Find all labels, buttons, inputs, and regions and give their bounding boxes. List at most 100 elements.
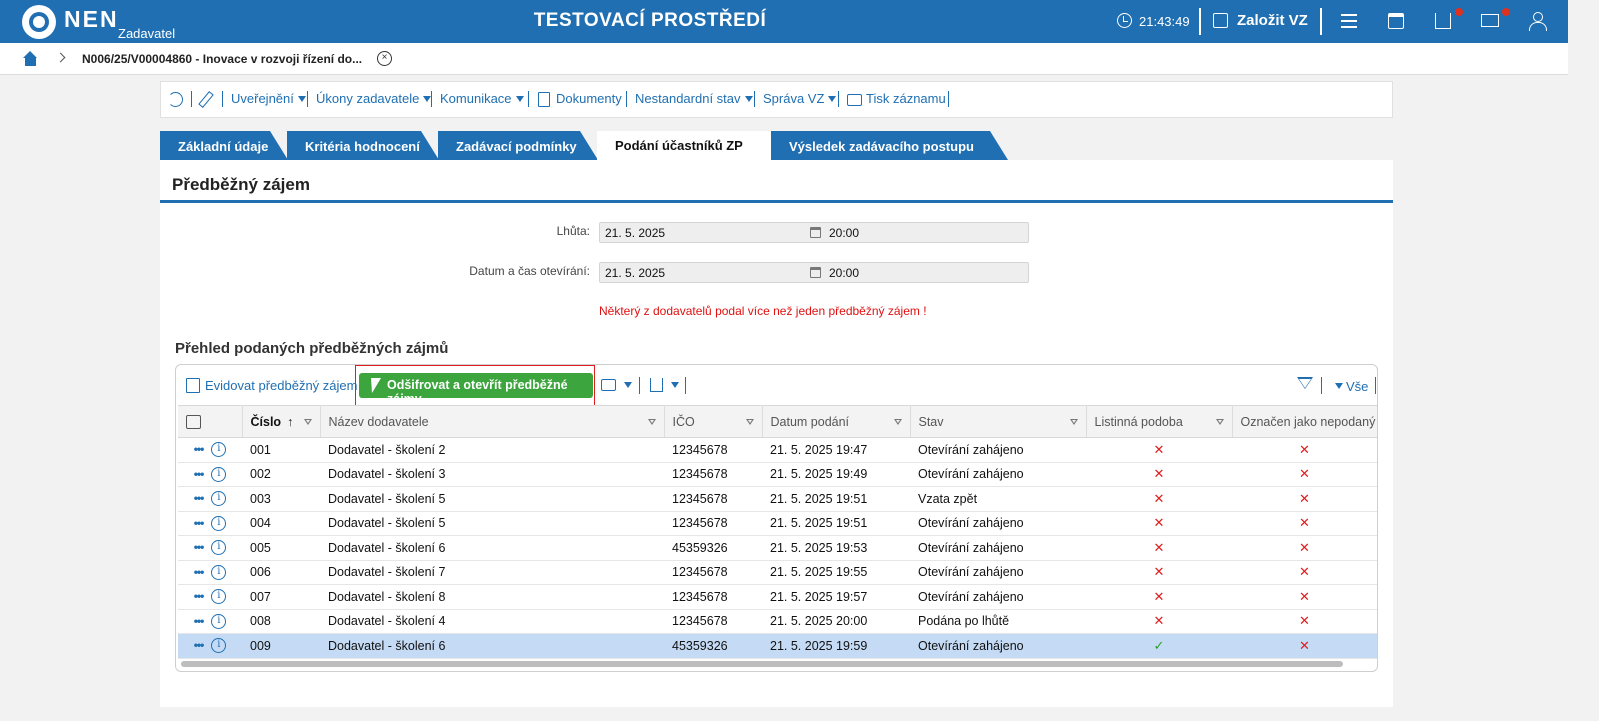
more-icon[interactable]: ••• xyxy=(194,516,205,530)
divider xyxy=(1375,377,1376,394)
breadcrumb: N006/25/V00004860 - Inovace v rozvoji ří… xyxy=(0,43,1568,75)
cross-icon: ✕ xyxy=(1153,441,1165,457)
print-icon[interactable] xyxy=(601,379,616,391)
tab-zadavaci-podminky[interactable]: Zadávací podmínky xyxy=(438,131,598,160)
filter-icon[interactable] xyxy=(1215,419,1224,425)
column-settings-icon[interactable] xyxy=(186,414,201,429)
more-icon[interactable]: ••• xyxy=(194,565,205,579)
menu-sprava-label: Správa VZ xyxy=(763,91,825,106)
table-row[interactable]: ••• i 002 Dodavatel - školení 3 12345678 … xyxy=(178,462,1377,487)
calendar-icon[interactable] xyxy=(810,227,821,238)
more-icon[interactable]: ••• xyxy=(194,491,205,505)
table-row[interactable]: ••• i 003 Dodavatel - školení 5 12345678 … xyxy=(178,486,1377,512)
more-icon[interactable]: ••• xyxy=(194,614,205,628)
column-header-cislo[interactable]: Číslo ↑ xyxy=(242,405,321,438)
filter-all[interactable]: Vše xyxy=(1346,379,1368,394)
menu-ukony[interactable]: Úkony zadavatele xyxy=(316,91,432,106)
check-icon: ✓ xyxy=(1153,637,1165,653)
filter-icon[interactable] xyxy=(303,419,312,425)
menu-uverejneni[interactable]: Uveřejnění xyxy=(231,91,306,106)
info-icon[interactable]: i xyxy=(211,638,227,654)
info-icon[interactable]: i xyxy=(211,442,227,458)
evidovat-button[interactable]: Evidovat předběžný zájem xyxy=(205,378,357,393)
deadline-field[interactable]: 21. 5. 2025 20:00 xyxy=(599,222,1029,243)
tab-vysledek[interactable]: Výsledek zadávacího postupu xyxy=(771,131,1008,160)
cell-nazev: Dodavatel - školení 4 xyxy=(320,609,664,634)
info-icon[interactable]: i xyxy=(211,466,227,482)
table-row[interactable]: ••• i 007 Dodavatel - školení 8 12345678 … xyxy=(178,584,1377,610)
cell-datum: 21. 5. 2025 19:47 xyxy=(762,437,910,463)
filter-icon[interactable] xyxy=(1297,377,1313,389)
cell-nazev: Dodavatel - školení 6 xyxy=(320,535,664,561)
dropdown-icon[interactable] xyxy=(1335,383,1343,389)
info-icon[interactable]: i xyxy=(211,564,227,580)
menu-dokumenty[interactable]: Dokumenty xyxy=(556,91,622,106)
user-icon[interactable] xyxy=(1529,12,1547,31)
info-icon[interactable]: i xyxy=(211,540,227,556)
column-settings[interactable] xyxy=(178,405,243,438)
cross-icon: ✕ xyxy=(1299,515,1310,531)
create-vz-button[interactable]: Založit VZ xyxy=(1237,12,1308,29)
filter-icon[interactable] xyxy=(745,419,754,425)
cell-datum: 21. 5. 2025 20:00 xyxy=(762,609,910,634)
refresh-icon[interactable] xyxy=(168,92,183,107)
menu-tisk-zaznamu[interactable]: Tisk záznamu xyxy=(866,91,946,106)
column-header-listinna[interactable]: Listinná podoba xyxy=(1086,405,1233,438)
menu-icon[interactable] xyxy=(1341,14,1357,28)
cell-ico: 12345678 xyxy=(664,462,762,487)
more-icon[interactable]: ••• xyxy=(194,638,205,652)
info-icon[interactable]: i xyxy=(211,515,227,531)
export-icon[interactable] xyxy=(650,378,663,392)
divider xyxy=(191,91,192,107)
column-header-stav[interactable]: Stav xyxy=(910,405,1087,438)
filter-icon[interactable] xyxy=(647,419,656,425)
tab-podani-ucastniku[interactable]: Podání účastníků ZP xyxy=(597,131,772,160)
menu-nestandardni-stav[interactable]: Nestandardní stav xyxy=(635,91,753,106)
table-row[interactable]: ••• i 006 Dodavatel - školení 7 12345678 … xyxy=(178,560,1377,585)
edit-icon[interactable] xyxy=(1213,13,1228,28)
tab-zakladni-udaje[interactable]: Základní údaje xyxy=(160,131,288,160)
cross-icon: ✕ xyxy=(1153,539,1165,555)
more-icon[interactable]: ••• xyxy=(194,589,205,603)
column-header-nazev[interactable]: Název dodavatele xyxy=(320,405,665,438)
info-icon[interactable]: i xyxy=(211,491,227,507)
table-row[interactable]: ••• i 004 Dodavatel - školení 5 12345678 … xyxy=(178,511,1377,536)
table-header: Číslo ↑ Název dodavatele IČO Datum podání… xyxy=(178,405,1377,438)
column-header-ico[interactable]: IČO xyxy=(664,405,763,438)
column-header-datum[interactable]: Datum podání xyxy=(762,405,911,438)
calendar-icon[interactable] xyxy=(1388,13,1404,29)
filter-icon[interactable] xyxy=(893,419,902,425)
info-icon[interactable]: i xyxy=(211,613,227,629)
divider xyxy=(528,91,529,107)
table-row[interactable]: ••• i 005 Dodavatel - školení 6 45359326 … xyxy=(178,535,1377,561)
more-icon[interactable]: ••• xyxy=(194,540,205,554)
table-row[interactable]: ••• i 001 Dodavatel - školení 2 12345678 … xyxy=(178,437,1377,463)
column-label: Označen jako nepodaný xyxy=(1240,414,1376,429)
breadcrumb-current[interactable]: N006/25/V00004860 - Inovace v rozvoji ří… xyxy=(82,52,362,66)
dropdown-icon[interactable] xyxy=(671,382,679,388)
horizontal-scrollbar[interactable] xyxy=(181,661,1343,667)
home-icon[interactable] xyxy=(22,51,39,66)
more-icon[interactable]: ••• xyxy=(194,467,205,481)
tab-kriteria-hodnoceni[interactable]: Kritéria hodnocení xyxy=(287,131,439,160)
table-row[interactable]: ••• i 008 Dodavatel - školení 4 12345678 … xyxy=(178,609,1377,634)
close-icon[interactable]: × xyxy=(377,51,392,66)
sort-ascending-icon[interactable]: ↑ xyxy=(287,415,293,429)
menu-komunikace[interactable]: Komunikace xyxy=(440,91,524,106)
more-icon[interactable]: ••• xyxy=(194,442,205,456)
cell-nazev: Dodavatel - školení 5 xyxy=(320,486,664,512)
table-row-selected[interactable]: ••• i 009 Dodavatel - školení 6 45359326 … xyxy=(178,633,1377,659)
column-header-nepodany[interactable]: Označen jako nepodaný xyxy=(1232,405,1377,438)
divider xyxy=(431,91,432,107)
dropdown-icon[interactable] xyxy=(624,382,632,388)
filter-icon[interactable] xyxy=(1069,419,1078,425)
calendar-icon[interactable] xyxy=(810,267,821,278)
menu-sprava-vz[interactable]: Správa VZ xyxy=(763,91,837,106)
opening-field[interactable]: 21. 5. 2025 20:00 xyxy=(599,262,1029,283)
cell-ico: 12345678 xyxy=(664,437,762,463)
divider xyxy=(222,91,223,107)
decrypt-open-button[interactable]: Odšifrovat a otevřít předběžné zájmy xyxy=(359,373,593,406)
info-icon[interactable]: i xyxy=(211,589,227,605)
download-icon[interactable] xyxy=(1435,13,1451,29)
mail-icon[interactable] xyxy=(1481,14,1499,27)
